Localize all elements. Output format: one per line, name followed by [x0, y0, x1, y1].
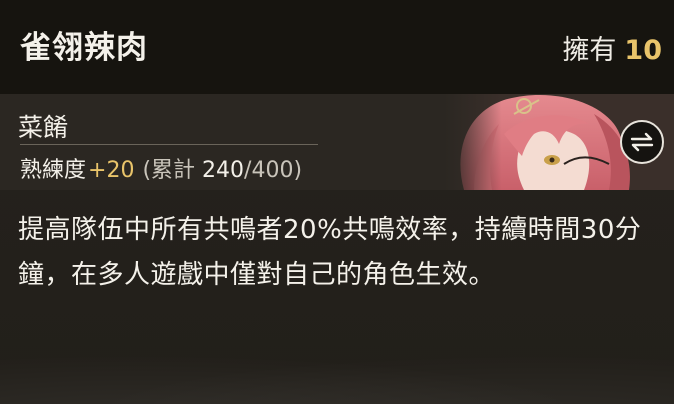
character-proficiency-row: 菜餚 熟練度+20 (累計 240/400) [0, 94, 674, 190]
proficiency-total-open: (累計 [142, 158, 196, 183]
item-description: 提高隊伍中所有共鳴者20%共鳴效率，持續時間30分鐘，在多人遊戲中僅對自己的角色… [18, 215, 642, 290]
owned-count: 10 [624, 35, 662, 66]
proficiency-label: 熟練度 [20, 158, 87, 183]
swap-arrows-icon [630, 132, 654, 152]
owned-count-display: 擁有 10 [562, 28, 662, 67]
proficiency-divider [20, 144, 318, 145]
proficiency-current: 240 [202, 158, 245, 183]
owned-label: 擁有 [562, 35, 617, 66]
item-header: 雀翎辣肉 擁有 10 [0, 0, 674, 94]
proficiency-max: /400) [244, 158, 303, 183]
proficiency-info: 熟練度+20 (累計 240/400) [20, 152, 302, 184]
proficiency-gain: +20 [88, 158, 135, 183]
dish-category-label: 菜餚 [18, 113, 69, 142]
item-name: 雀翎辣肉 [20, 30, 148, 66]
swap-character-button[interactable] [620, 120, 664, 164]
item-tooltip-panel: 雀翎辣肉 擁有 10 菜餚 熟練度+20 (累計 240/400) 提高隊伍中所… [0, 0, 674, 404]
proficiency-total: (累計 240/400) [142, 158, 302, 183]
